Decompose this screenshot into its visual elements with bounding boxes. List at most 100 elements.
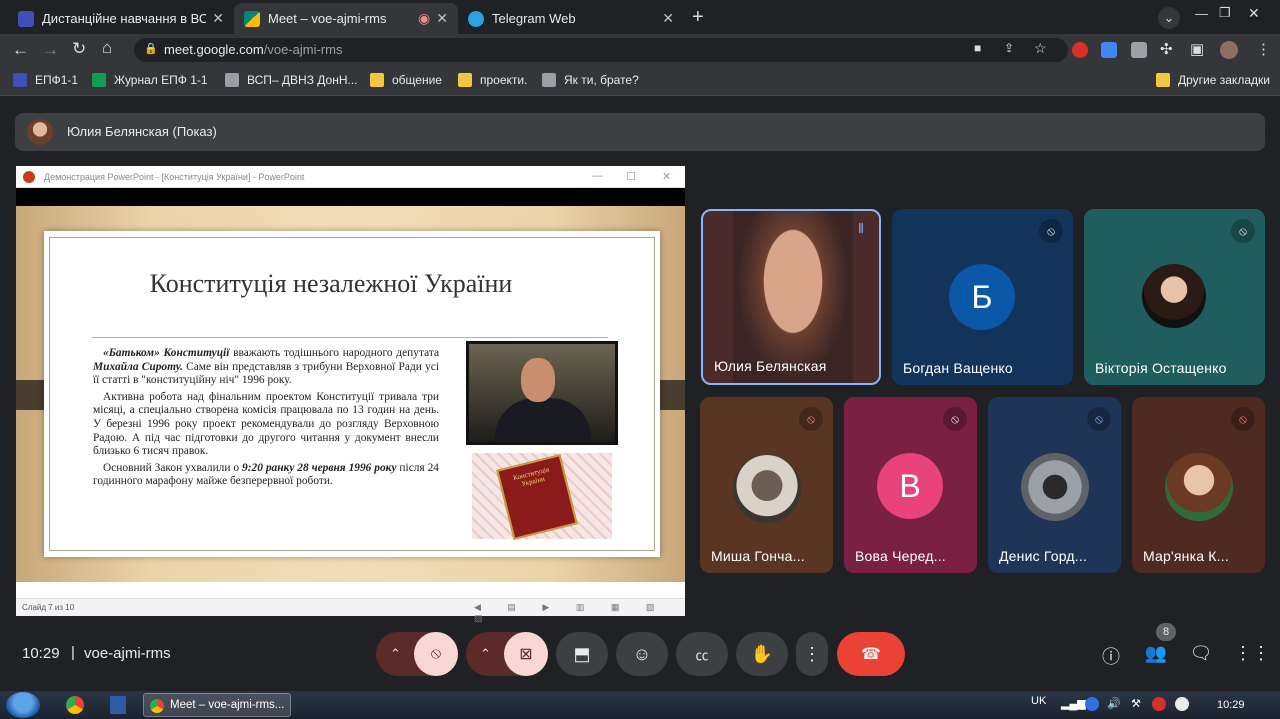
raise-hand-button[interactable]: ✋ (736, 632, 788, 676)
menu-kebab-icon[interactable]: ⋮ (1256, 40, 1271, 58)
window-close-icon[interactable]: ✕ (1248, 5, 1260, 22)
emoji-reaction-button[interactable]: ☺ (616, 632, 668, 676)
profile-avatar[interactable] (1220, 41, 1238, 59)
other-bookmarks-folder[interactable]: Другие закладки (1156, 73, 1270, 87)
chrome-icon[interactable] (66, 696, 84, 714)
activities-grid-icon[interactable]: ⋮⋮ (1234, 643, 1270, 664)
bookmark-folder[interactable]: общение (370, 73, 442, 87)
camera-off-button[interactable]: ⊠ (504, 632, 548, 676)
participant-tile[interactable]: ⦸ Вікторія Остащенко (1084, 209, 1265, 385)
folder-icon (458, 73, 472, 87)
start-button[interactable] (6, 692, 40, 718)
folder-icon (370, 73, 384, 87)
more-options-button[interactable]: ⋮ (796, 632, 828, 676)
mic-options-chevron-icon[interactable]: ⌃ (390, 646, 401, 662)
forms-icon (13, 73, 27, 87)
tray-white-icon[interactable] (1175, 697, 1189, 711)
captions-button[interactable]: ㏄ (676, 632, 728, 676)
home-icon[interactable]: ⌂ (102, 38, 112, 58)
captions-icon: ㏄ (695, 647, 709, 663)
save-app-icon[interactable] (110, 696, 126, 714)
back-arrow-icon[interactable]: ← (12, 40, 29, 60)
minimize-icon[interactable]: — (1195, 6, 1208, 21)
presenter-label: Юлия Белянская (Показ) (67, 124, 217, 139)
tab-search-chevron-icon[interactable]: ⌄ (1158, 7, 1180, 29)
bookmark-star-icon[interactable]: ☆ (1034, 40, 1047, 57)
hand-icon: ✋ (750, 643, 774, 664)
meet-icon (244, 10, 260, 27)
tab-distance-learning[interactable]: Дистанційне навчання в ВСП ✕ (8, 3, 234, 34)
constitution-book-image: Конституція України (472, 453, 612, 540)
taskbar-active-window[interactable]: Meet – voe-ajmi-rms... (143, 693, 291, 717)
present-screen-button[interactable]: ⬒ (556, 632, 608, 676)
shared-screen-powerpoint: Демонстрация PowerPoint - [Конституція У… (16, 166, 685, 623)
close-icon[interactable]: ✕ (436, 10, 448, 27)
slide-paragraph: Активна робота над фінальним проектом Ко… (93, 390, 439, 458)
participant-tile[interactable]: ⦸ Денис Горд... (988, 397, 1121, 573)
tray-red-icon[interactable] (1152, 697, 1166, 711)
mic-off-icon: ⦸ (943, 407, 967, 431)
participant-photo (1021, 453, 1089, 521)
presenter-avatar (27, 119, 53, 145)
meeting-details-info-icon[interactable]: ⓘ (1099, 643, 1123, 669)
participant-tile[interactable]: Б ⦸ Богдан Ващенко (892, 209, 1073, 385)
powerpoint-icon (23, 171, 35, 183)
extension-id-icon[interactable] (1101, 42, 1117, 58)
emoji-icon: ☺ (632, 643, 652, 664)
mic-off-icon: ⦸ (1231, 407, 1255, 431)
mic-off-icon: ⦸ (1231, 219, 1255, 243)
bookmark-item[interactable]: Журнал ЕПФ 1-1 (92, 73, 208, 87)
speaking-indicator-icon: ⦀ (858, 221, 864, 236)
slide-rule (92, 337, 608, 338)
bookmark-item[interactable]: ВСП– ДВНЗ ДонН... (225, 73, 358, 87)
slide-title: Конституція незалежної України (149, 269, 513, 298)
participant-tile[interactable]: В ⦸ Вова Черед... (844, 397, 977, 573)
portrait-photo (466, 341, 618, 445)
close-icon[interactable]: ✕ (212, 10, 224, 27)
language-indicator[interactable]: UK (1031, 695, 1046, 707)
signal-icon[interactable]: ▂▄▆ (1061, 697, 1086, 710)
participant-tile[interactable]: ⦀ Юлия Белянская (701, 209, 881, 385)
meeting-clock: 10:29 (22, 645, 60, 662)
sheets-icon (92, 73, 106, 87)
tray-tool-icon[interactable]: ⚒ (1131, 697, 1141, 710)
extensions-puzzle-icon[interactable]: ✣ (1160, 40, 1173, 58)
reload-icon[interactable]: ↻ (72, 39, 86, 59)
address-bar[interactable]: 🔒 meet.google.com/voe-ajmi-rms ■ ⇪ ☆ (134, 38, 1068, 62)
taskbar-clock[interactable]: 10:29 (1217, 699, 1245, 711)
participant-initial: Б (949, 264, 1015, 330)
share-icon[interactable]: ⇪ (1004, 41, 1014, 55)
sidepanel-icon[interactable]: ▣ (1190, 40, 1204, 58)
tab-meet[interactable]: Meet – voe-ajmi-rms ◉ ✕ (234, 3, 458, 34)
new-tab-plus-icon[interactable]: + (692, 6, 704, 29)
forward-arrow-icon[interactable]: → (42, 40, 59, 60)
slide: Конституція незалежної України «Батьком»… (16, 206, 685, 582)
more-vert-icon: ⋮ (803, 643, 821, 664)
camera-indicator-icon[interactable]: ■ (974, 41, 981, 55)
restore-icon[interactable]: ❐ (1219, 5, 1231, 21)
chat-icon[interactable]: 🗨 (1189, 643, 1213, 664)
ppt-letterbox (16, 188, 685, 206)
browser-tab-bar: Дистанційне навчання в ВСП ✕ Meet – voe-… (0, 0, 1280, 34)
tab-telegram[interactable]: Telegram Web ✕ (458, 3, 684, 34)
bookmark-item[interactable]: ЕПФ1-1 (13, 73, 78, 87)
volume-icon[interactable]: 🔊 (1107, 697, 1121, 710)
ppt-statusbar: Слайд 7 из 10 ◀ ▤ ▶ ▥ ▦ ▧ ▨ (16, 598, 685, 623)
close-icon[interactable]: ✕ (662, 10, 674, 27)
leave-call-button[interactable]: ☎ (837, 632, 905, 676)
tray-app-icon[interactable] (1085, 697, 1099, 711)
mic-off-button[interactable]: ⦸ (414, 632, 458, 676)
extension-red-icon[interactable] (1072, 42, 1088, 58)
extension-gray-icon[interactable] (1131, 42, 1147, 58)
page-icon (225, 73, 239, 87)
meet-stage: Юлия Белянская (Показ) Демонстрация Powe… (0, 97, 1280, 691)
bookmark-item[interactable]: Як ти, брате? (542, 73, 639, 87)
presenter-banner: Юлия Белянская (Показ) (15, 113, 1265, 151)
camera-options-chevron-icon[interactable]: ⌃ (480, 646, 491, 662)
participant-tile[interactable]: ⦸ Миша Гонча... (700, 397, 833, 573)
participant-tile[interactable]: ⦸ Мар'янка К... (1132, 397, 1265, 573)
people-icon[interactable]: 👥 (1144, 643, 1168, 664)
mic-off-icon: ⦸ (1039, 219, 1063, 243)
participant-photo (1142, 264, 1206, 328)
bookmark-folder[interactable]: проекти. (458, 73, 527, 87)
